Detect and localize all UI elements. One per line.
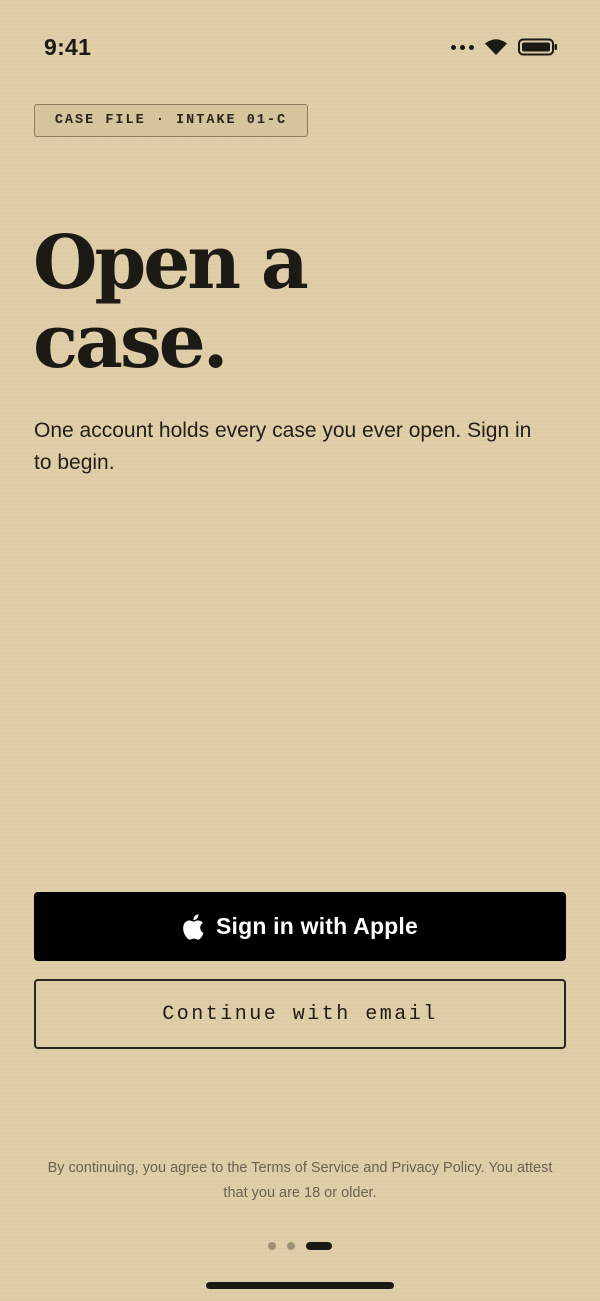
legal-disclaimer: By continuing, you agree to the Terms of… — [47, 1160, 553, 1201]
wifi-icon — [485, 39, 507, 55]
page-indicator — [0, 1242, 600, 1250]
sign-in-with-apple-label: Sign in with Apple — [215, 913, 419, 939]
page-title-line-2: case. — [33, 299, 229, 385]
signal-dots-icon — [451, 44, 474, 50]
status-icons — [451, 38, 558, 56]
case-file-tag: CASE FILE · INTAKE 01-C — [34, 104, 308, 137]
status-bar: 9:41 — [0, 0, 600, 96]
sign-in-screen: 9:41 CASE FILE · INTAKE 01-C Open a case… — [0, 0, 600, 1301]
home-indicator[interactable] — [206, 1282, 394, 1289]
continue-with-email-label: Continue with email — [162, 1002, 438, 1026]
continue-with-email-button[interactable]: Continue with email — [34, 979, 566, 1049]
page-dot-1 — [268, 1242, 276, 1250]
page-dot-2 — [287, 1242, 295, 1250]
page-title: Open a case. — [33, 224, 453, 382]
battery-icon — [518, 38, 557, 56]
page-title-line-1: Open a — [33, 220, 309, 306]
apple-logo-icon — [183, 913, 204, 940]
page-dot-3-active — [306, 1242, 332, 1250]
sign-in-with-apple-button[interactable]: Sign in with Apple — [34, 892, 566, 961]
intro-text: One account holds every case you ever op… — [34, 419, 532, 474]
status-time: 9:41 — [44, 34, 92, 60]
